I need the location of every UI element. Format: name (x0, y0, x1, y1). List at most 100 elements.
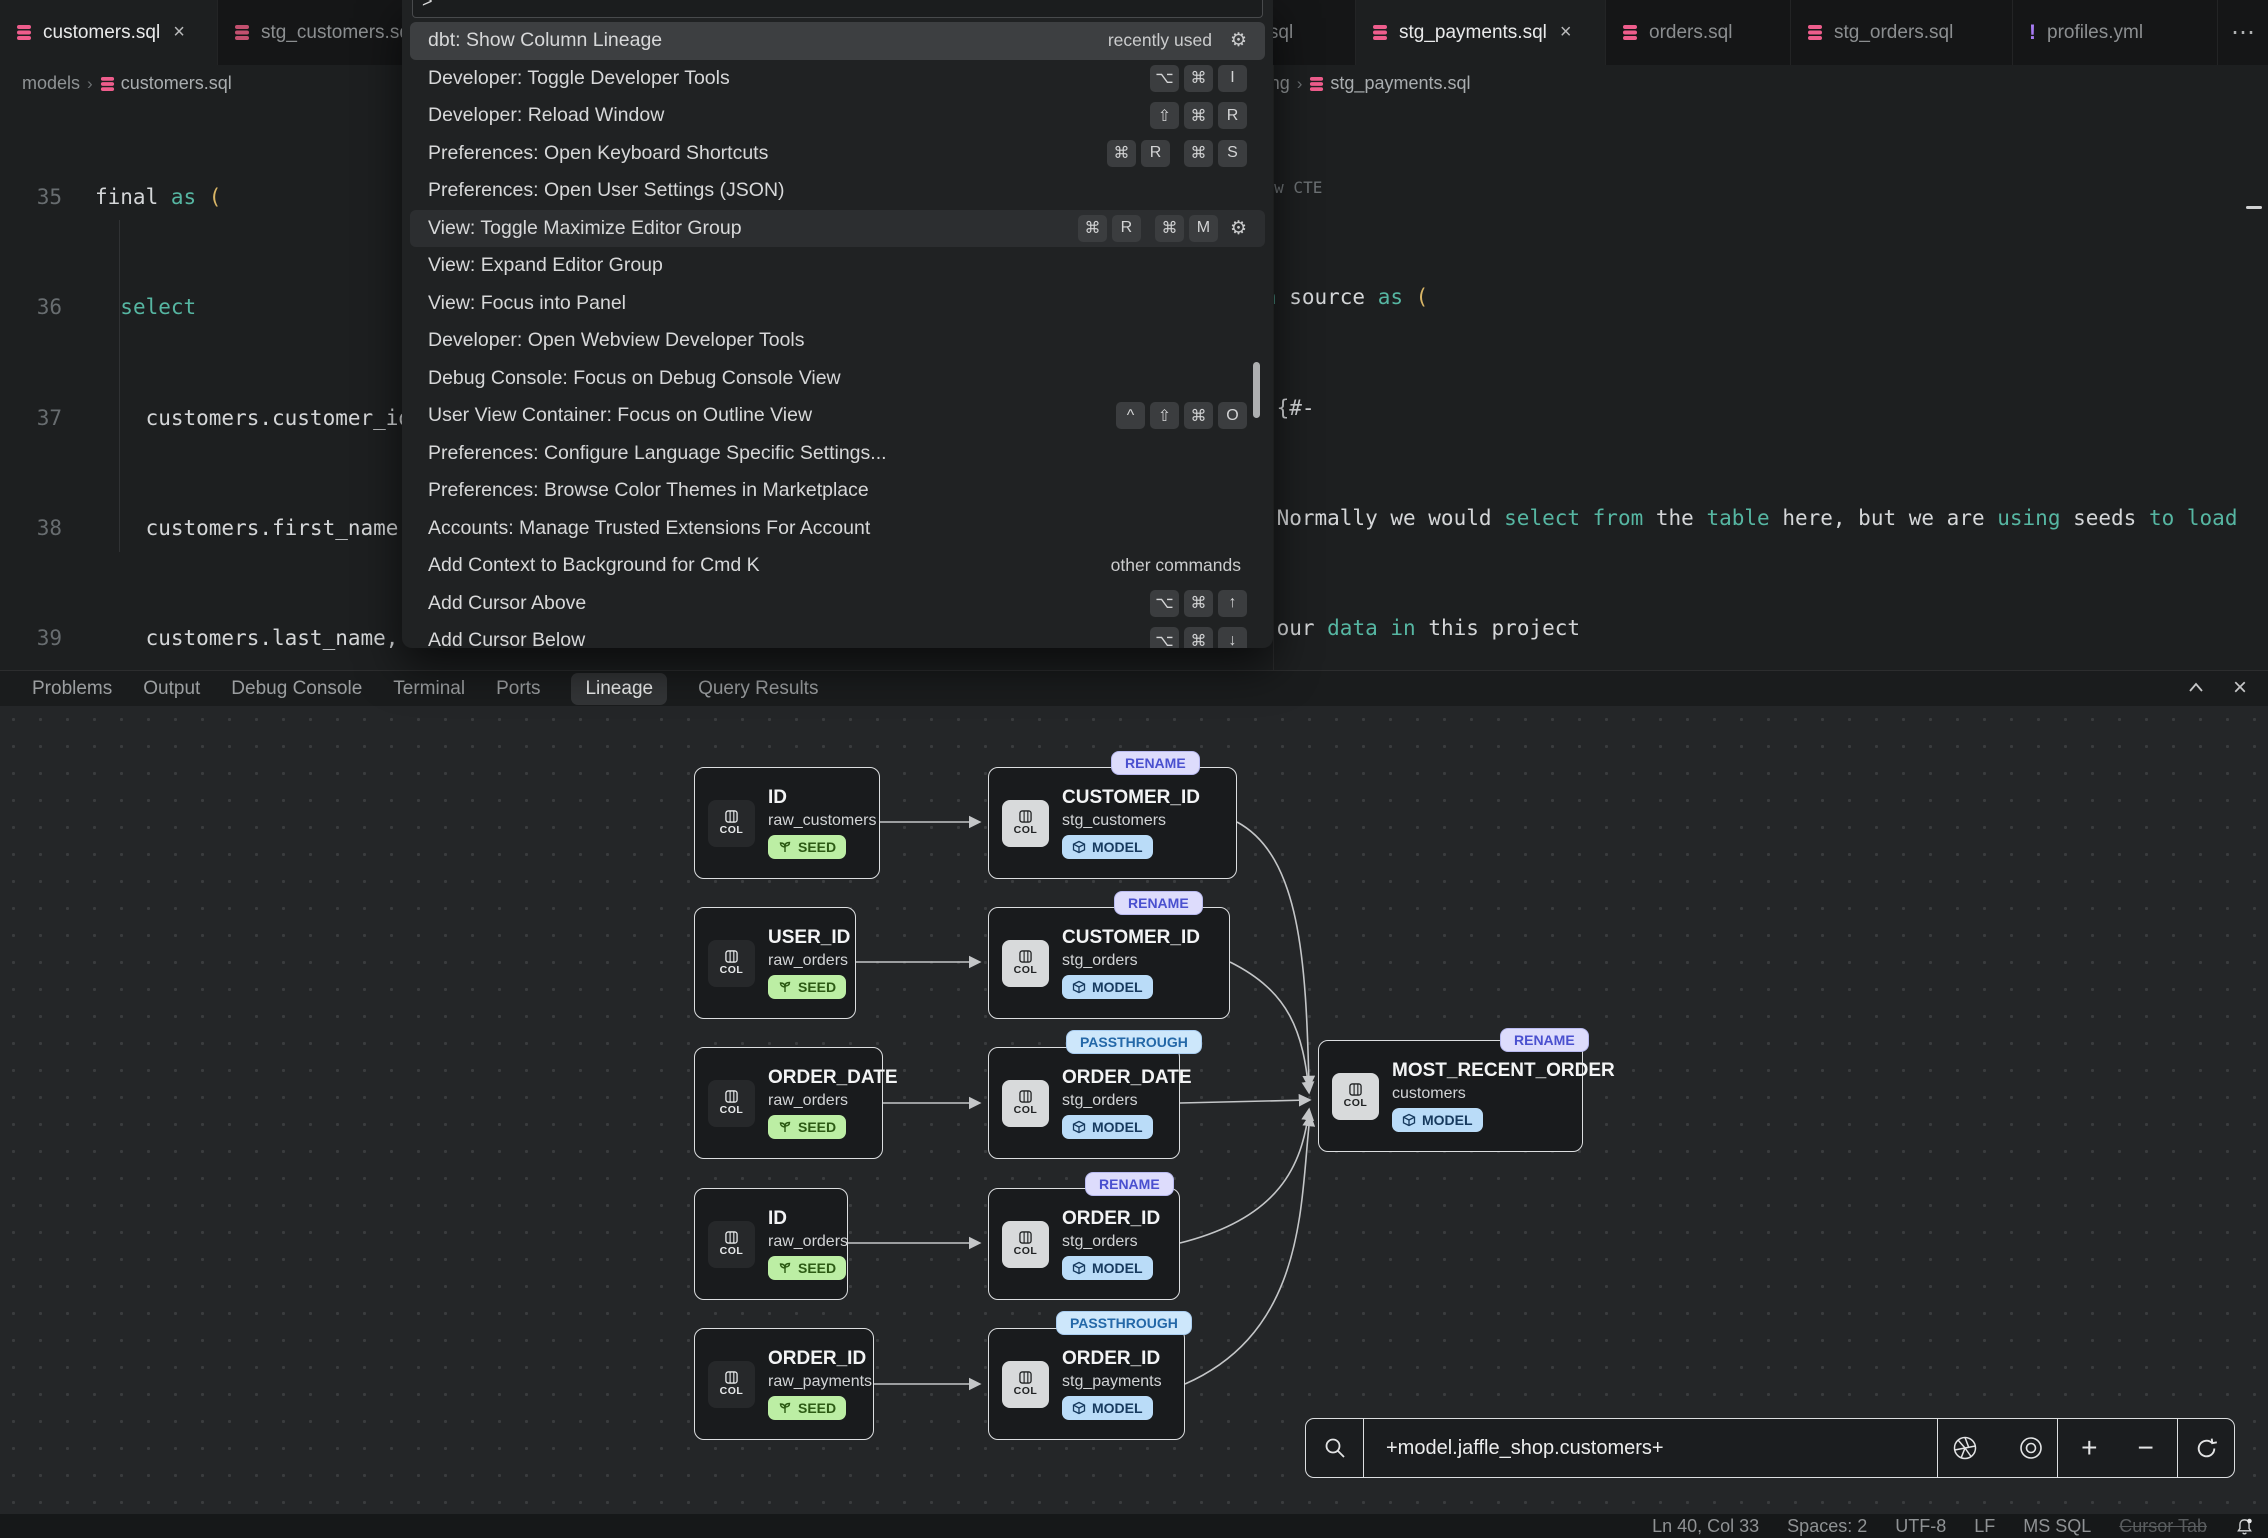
breadcrumb-folder[interactable]: models (22, 73, 80, 94)
tab-customers-sql[interactable]: customers.sql × (0, 0, 218, 65)
column-icon: COL (708, 1080, 755, 1127)
status-item[interactable]: UTF-8 (1895, 1516, 1946, 1537)
node-body: ORDER_DATE stg_orders MODEL (1062, 1067, 1179, 1139)
close-icon[interactable]: × (173, 21, 185, 44)
panel-tab[interactable]: Problems (32, 678, 112, 700)
search-icon[interactable] (1306, 1419, 1363, 1477)
transform-badge: PASSTHROUGH (1066, 1030, 1202, 1054)
column-name: ORDER_ID (1062, 1208, 1160, 1230)
command-label: Preferences: Browse Color Themes in Mark… (428, 479, 1247, 502)
command-item[interactable]: Developer: Open Webview Developer Tools (410, 322, 1265, 360)
command-keybinding: recently used⚙ (1108, 29, 1247, 52)
lineage-node[interactable]: COL ORDER_ID stg_orders MODEL (988, 1188, 1180, 1300)
notifications-bell-icon[interactable] (2235, 1517, 2254, 1536)
panel-tab[interactable]: Terminal (393, 678, 465, 700)
chevron-up-icon[interactable] (2178, 672, 2214, 704)
status-item[interactable]: Spaces: 2 (1787, 1516, 1867, 1537)
command-label: Add Cursor Above (428, 592, 1145, 615)
code-line: View CTE (1273, 174, 2268, 202)
sql-file-icon (1622, 24, 1638, 41)
command-item[interactable]: Add Context to Background for Cmd K othe… (410, 547, 1265, 585)
table-name: raw_customers (768, 812, 876, 830)
command-item[interactable]: Preferences: Configure Language Specific… (410, 435, 1265, 473)
command-label: Preferences: Open User Settings (JSON) (428, 179, 1247, 202)
command-item[interactable]: Preferences: Open User Settings (JSON) (410, 172, 1265, 210)
node-body: ID raw_orders SEED (768, 1208, 847, 1280)
code-line: with source as ( (1273, 284, 2268, 312)
table-name: raw_orders (768, 1092, 882, 1110)
tab-profiles-yml[interactable]: ! profiles.yml (2013, 0, 2218, 65)
line-number: 37 (0, 405, 95, 433)
command-item[interactable]: Debug Console: Focus on Debug Console Vi… (410, 360, 1265, 398)
node-type-badge: SEED (768, 1115, 846, 1139)
column-name: ORDER_DATE (1062, 1067, 1179, 1089)
search-input[interactable]: +model.jaffle_shop.customers+ (1363, 1419, 1937, 1477)
command-item[interactable]: Accounts: Manage Trusted Extensions For … (410, 510, 1265, 548)
command-item[interactable]: View: Toggle Maximize Editor Group ⌘R⌘M⚙ (410, 210, 1265, 248)
lineage-node[interactable]: COL ID raw_orders SEED (694, 1188, 848, 1300)
target-icon[interactable] (2018, 1435, 2044, 1461)
table-name: stg_customers (1062, 812, 1200, 830)
status-item[interactable]: MS SQL (2023, 1516, 2091, 1537)
panel-tab[interactable]: Query Results (698, 678, 818, 700)
chevron-right-icon: › (87, 74, 93, 94)
sql-file-icon (1309, 76, 1324, 92)
lineage-node[interactable]: COL CUSTOMER_ID stg_customers MODEL (988, 767, 1237, 879)
panel-tab[interactable]: Lineage (571, 673, 667, 705)
column-icon: COL (1002, 1221, 1049, 1268)
code-text: customers.last_name, (95, 626, 398, 650)
command-item[interactable]: User View Container: Focus on Outline Vi… (410, 397, 1265, 435)
lineage-node[interactable]: COL ID raw_customers SEED (694, 767, 880, 879)
command-item[interactable]: View: Expand Editor Group (410, 247, 1265, 285)
zoom-out-icon[interactable]: − (2138, 1432, 2154, 1464)
node-body: ORDER_ID raw_payments SEED (768, 1348, 872, 1420)
lineage-node[interactable]: COL ORDER_DATE raw_orders SEED (694, 1047, 883, 1159)
command-label: User View Container: Focus on Outline Vi… (428, 404, 1111, 427)
code-text: {#- (1273, 396, 1315, 420)
command-item[interactable]: dbt: Show Column Lineage recently used⚙ (410, 22, 1265, 60)
table-name: stg_orders (1062, 952, 1200, 970)
code-line: {#- (1273, 395, 2268, 423)
node-body: CUSTOMER_ID stg_customers MODEL (1062, 787, 1200, 859)
breadcrumb-file[interactable]: customers.sql (100, 73, 232, 94)
scrollbar-marker[interactable] (2246, 206, 2262, 209)
command-item[interactable]: Add Cursor Above ⌥⌘↑ (410, 585, 1265, 623)
tab-orders-sql[interactable]: orders.sql (1606, 0, 1791, 65)
command-item[interactable]: Developer: Toggle Developer Tools ⌥⌘I (410, 60, 1265, 98)
lineage-node[interactable]: COL MOST_RECENT_ORDER customers MODEL (1318, 1040, 1583, 1152)
status-item[interactable]: LF (1974, 1516, 1995, 1537)
command-item[interactable]: Preferences: Open Keyboard Shortcuts ⌘R⌘… (410, 135, 1265, 173)
column-name: USER_ID (768, 927, 850, 949)
command-item[interactable]: Developer: Reload Window ⇧⌘R (410, 97, 1265, 135)
zoom-in-icon[interactable]: + (2081, 1432, 2097, 1464)
lineage-node[interactable]: COL USER_ID raw_orders SEED (694, 907, 856, 1019)
lineage-node[interactable]: COL ORDER_DATE stg_orders MODEL (988, 1047, 1180, 1159)
panel-tab[interactable]: Debug Console (231, 678, 362, 700)
breadcrumb[interactable]: models › customers.sql (22, 73, 232, 94)
column-name: CUSTOMER_ID (1062, 927, 1200, 949)
code-text: View CTE (1273, 178, 1322, 197)
panel-tab[interactable]: Ports (496, 678, 540, 700)
command-input[interactable]: > (412, 0, 1263, 18)
close-icon[interactable]: × (1560, 21, 1572, 44)
refresh-icon[interactable] (2177, 1419, 2234, 1477)
status-item[interactable]: Ln 40, Col 33 (1652, 1516, 1759, 1537)
tab-stg-orders-sql[interactable]: stg_orders.sql (1791, 0, 2013, 65)
code-line: our data in this project (1273, 615, 2268, 643)
command-item[interactable]: Preferences: Browse Color Themes in Mark… (410, 472, 1265, 510)
command-item[interactable]: View: Focus into Panel (410, 285, 1265, 323)
lineage-node[interactable]: COL ORDER_ID raw_payments SEED (694, 1328, 874, 1440)
panel-tab[interactable]: Output (143, 678, 200, 700)
status-item[interactable]: Cursor Tab (2119, 1516, 2207, 1537)
aperture-icon[interactable] (1952, 1435, 1978, 1461)
sql-file-icon (1372, 24, 1388, 41)
code-area: View CTE with source as ( {#- Normally w… (1273, 91, 2268, 670)
close-panel-icon[interactable]: × (2222, 672, 2258, 704)
tab-stg-payments-sql[interactable]: stg_payments.sql × (1356, 0, 1606, 65)
lineage-node[interactable]: COL ORDER_ID stg_payments MODEL (988, 1328, 1185, 1440)
command-item[interactable]: Add Cursor Below ⌥⌘↓ (410, 622, 1265, 648)
code-text: final as ( (95, 185, 221, 209)
more-tabs-icon[interactable]: ⋯ (2218, 0, 2268, 65)
lineage-node[interactable]: COL CUSTOMER_ID stg_orders MODEL (988, 907, 1230, 1019)
palette-scrollbar[interactable] (1253, 362, 1260, 418)
